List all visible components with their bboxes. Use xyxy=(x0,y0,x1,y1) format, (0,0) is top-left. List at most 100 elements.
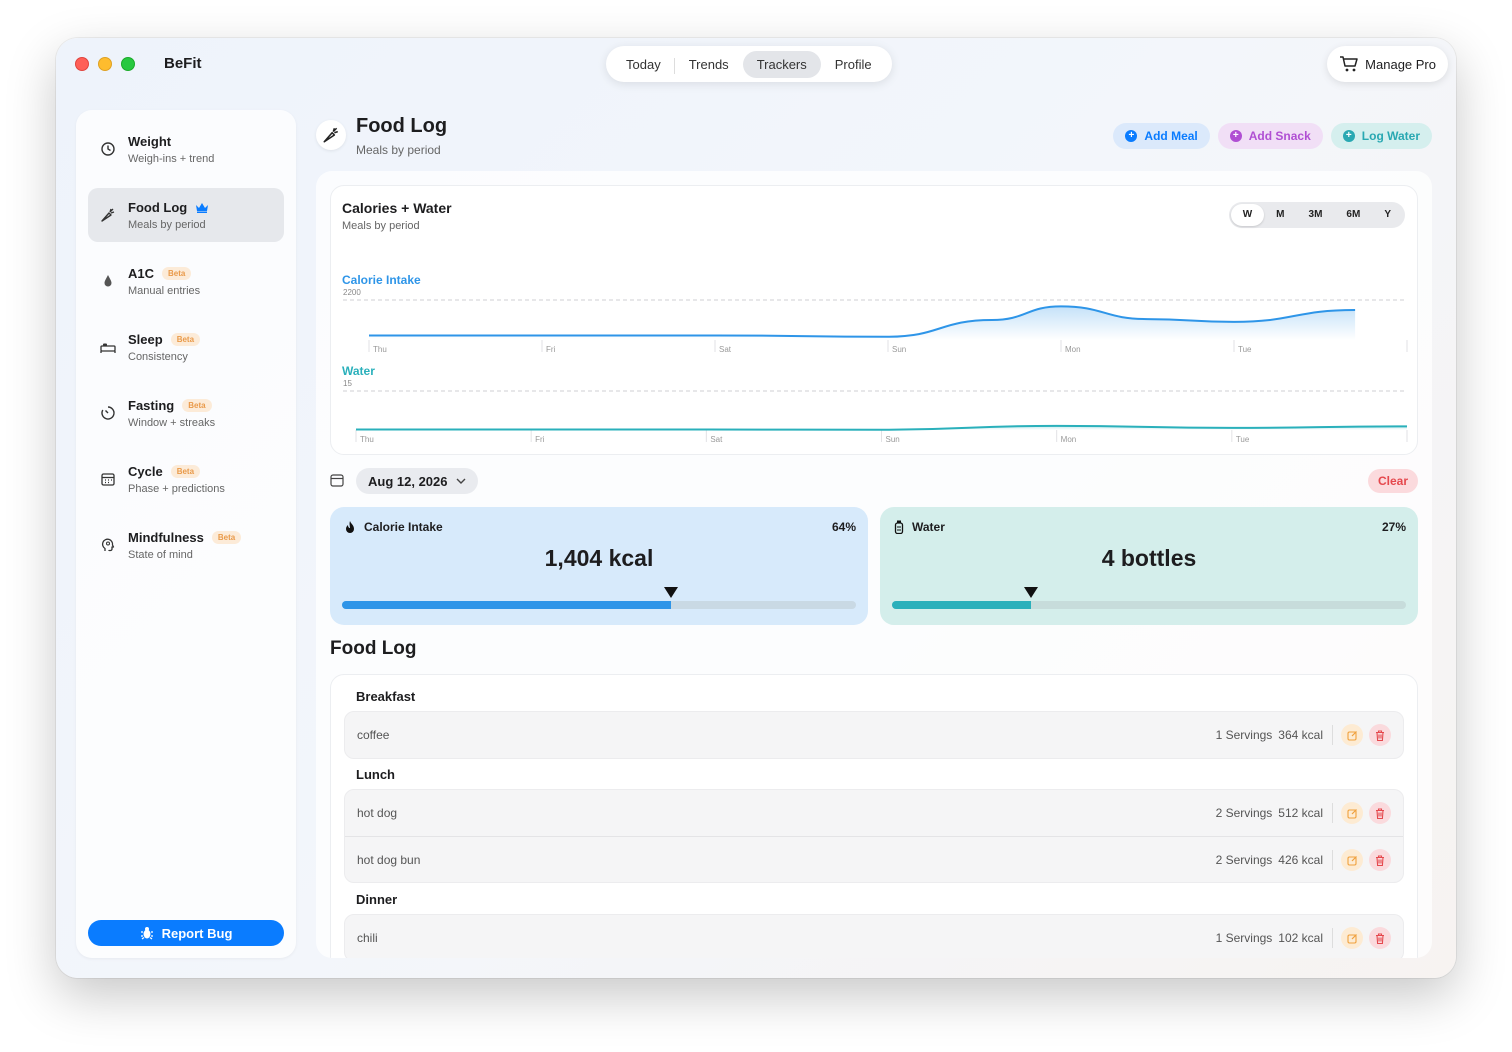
range-6-months[interactable]: 6M xyxy=(1334,204,1372,226)
edit-icon xyxy=(1346,730,1357,741)
meal-group-dinner: chili 1 Servings 102 kcal xyxy=(344,914,1404,958)
tab-trackers[interactable]: Trackers xyxy=(742,50,821,78)
sidebar-item-title: Sleep xyxy=(128,332,163,347)
food-kcal: 426 kcal xyxy=(1278,853,1323,867)
food-kcal: 512 kcal xyxy=(1278,806,1323,820)
head-icon xyxy=(101,538,115,552)
range-3-months[interactable]: 3M xyxy=(1297,204,1335,226)
main-panel: Calorie Intake 2200 Thu Fri Sat Sun Mon Tue Wate… xyxy=(316,171,1432,958)
sidebar-item-sleep[interactable]: Sleep Beta Consistency xyxy=(88,320,284,374)
calorie-progress-fill xyxy=(342,601,671,609)
carrot-icon xyxy=(101,208,115,222)
date-picker[interactable]: Aug 12, 2026 xyxy=(356,468,478,494)
calorie-xtick-label: Sat xyxy=(719,345,732,354)
sidebar-item-subtitle: State of mind xyxy=(128,549,193,561)
food-servings: 1 Servings xyxy=(1215,728,1273,742)
sidebar-item-title: Mindfulness xyxy=(128,530,204,545)
range-month[interactable]: M xyxy=(1264,204,1296,226)
beta-badge: Beta xyxy=(211,531,242,544)
food-entry[interactable]: hot dog 2 Servings 512 kcal xyxy=(345,790,1403,836)
tab-profile[interactable]: Profile xyxy=(821,51,886,78)
timer-icon xyxy=(101,406,115,420)
food-servings: 2 Servings xyxy=(1215,853,1273,867)
water-chart-title: Water xyxy=(342,364,375,378)
beta-badge: Beta xyxy=(170,333,201,346)
sidebar-item-fasting[interactable]: Fasting Beta Window + streaks xyxy=(88,386,284,440)
water-progress-marker xyxy=(1023,587,1038,598)
sidebar-item-a1c[interactable]: A1C Beta Manual entries xyxy=(88,254,284,308)
close-window-button[interactable] xyxy=(75,57,89,71)
water-label: Water xyxy=(912,520,945,534)
water-progress-track xyxy=(892,587,1406,609)
clear-button[interactable]: Clear xyxy=(1367,469,1418,493)
food-name: chili xyxy=(357,931,378,945)
delete-button[interactable] xyxy=(1369,927,1391,949)
sidebar-item-subtitle: Manual entries xyxy=(128,285,201,297)
add-snack-label: Add Snack xyxy=(1248,129,1311,143)
log-water-button[interactable]: + Log Water xyxy=(1330,123,1432,149)
add-snack-button[interactable]: + Add Snack xyxy=(1217,123,1323,149)
water-xtick-label: Fri xyxy=(535,435,545,444)
calorie-xtick-label: Thu xyxy=(373,345,387,354)
plus-icon: + xyxy=(1342,130,1355,142)
log-water-label: Log Water xyxy=(1361,129,1420,143)
meal-group-breakfast: coffee 1 Servings 364 kcal xyxy=(344,711,1404,759)
calorie-value: 1,404 kcal xyxy=(544,545,654,571)
minimize-window-button[interactable] xyxy=(98,57,112,71)
sidebar-item-mindfulness[interactable]: Mindfulness Beta State of mind xyxy=(88,518,284,572)
meal-heading-lunch: Lunch xyxy=(356,767,395,782)
sidebar-item-title: Weight xyxy=(128,134,172,149)
trash-icon xyxy=(1376,854,1384,866)
calorie-ytick-label: 2200 xyxy=(343,288,361,297)
edit-button[interactable] xyxy=(1341,802,1363,824)
delete-button[interactable] xyxy=(1369,802,1391,824)
calendar-icon xyxy=(330,474,344,487)
food-entry[interactable]: hot dog bun 2 Servings 426 kcal xyxy=(345,836,1403,882)
clock-icon xyxy=(101,142,115,156)
bottle-icon xyxy=(894,520,904,534)
food-entry[interactable]: chili 1 Servings 102 kcal xyxy=(345,915,1403,958)
edit-button[interactable] xyxy=(1341,724,1363,746)
trash-icon xyxy=(1376,807,1384,819)
sidebar-item-weight[interactable]: Weight Weigh-ins + trend xyxy=(88,122,284,176)
delete-button[interactable] xyxy=(1369,724,1391,746)
edit-button[interactable] xyxy=(1341,849,1363,871)
chart-card: Calorie Intake 2200 Thu Fri Sat Sun Mon Tue Wate… xyxy=(330,185,1418,455)
divider xyxy=(1332,928,1333,948)
add-meal-label: Add Meal xyxy=(1144,129,1198,143)
header-icon xyxy=(316,120,346,150)
calorie-xtick-label: Fri xyxy=(546,345,556,354)
drop-icon xyxy=(104,275,112,287)
calorie-percent: 64% xyxy=(831,520,856,534)
edit-icon xyxy=(1346,808,1357,819)
meal-heading-dinner: Dinner xyxy=(356,892,398,907)
zoom-window-button[interactable] xyxy=(121,57,135,71)
calorie-intake-card: Calorie Intake 64% 1,404 kcal xyxy=(330,507,868,625)
calorie-progress-track xyxy=(342,587,856,609)
flame-icon xyxy=(346,521,354,533)
sidebar-item-cycle[interactable]: Cycle Beta Phase + predictions xyxy=(88,452,284,506)
edit-button[interactable] xyxy=(1341,927,1363,949)
water-percent: 27% xyxy=(1381,520,1406,534)
water-xtick-label: Tue xyxy=(1236,435,1250,444)
sidebar-item-title: Food Log xyxy=(128,200,188,215)
delete-button[interactable] xyxy=(1369,849,1391,871)
manage-pro-button[interactable]: Manage Pro xyxy=(1327,46,1448,82)
range-week[interactable]: W xyxy=(1230,204,1265,226)
add-meal-button[interactable]: + Add Meal xyxy=(1113,123,1210,149)
cart-icon xyxy=(1340,56,1358,72)
food-entry[interactable]: coffee 1 Servings 364 kcal xyxy=(345,712,1403,758)
food-name: hot dog bun xyxy=(357,853,421,867)
calendar-icon xyxy=(101,473,115,486)
sidebar-item-food-log[interactable]: Food Log Meals by period xyxy=(88,188,284,242)
sidebar-item-title: Cycle xyxy=(128,464,163,479)
date-row: Aug 12, 2026 Clear xyxy=(330,468,1418,494)
report-bug-button[interactable]: Report Bug xyxy=(88,920,284,946)
range-year[interactable]: Y xyxy=(1372,204,1403,226)
carrot-icon xyxy=(323,127,338,143)
tab-today[interactable]: Today xyxy=(612,51,675,78)
food-log-list: Breakfast coffee 1 Servings 364 kcal Lunc… xyxy=(330,674,1418,958)
food-servings: 2 Servings xyxy=(1215,806,1273,820)
edit-icon xyxy=(1346,933,1357,944)
tab-trends[interactable]: Trends xyxy=(673,51,743,78)
